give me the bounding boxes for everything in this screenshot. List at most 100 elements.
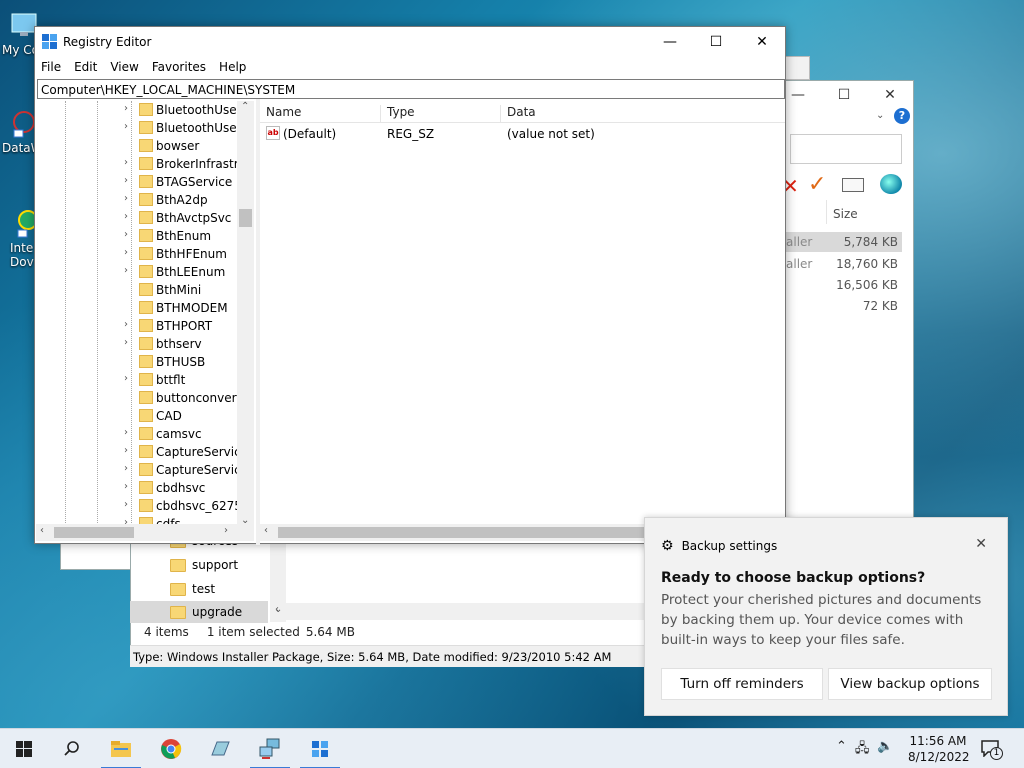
- scroll-thumb[interactable]: [54, 527, 134, 538]
- shell-icon[interactable]: [880, 174, 902, 194]
- registry-key-item[interactable]: › BrokerInfrastru: [36, 155, 256, 173]
- chevron-right-icon[interactable]: ›: [124, 337, 134, 348]
- registry-key-item[interactable]: › BthEnum: [36, 227, 256, 245]
- close-button[interactable]: ✕: [739, 27, 785, 57]
- registry-titlebar[interactable]: Registry Editor — ☐ ✕: [35, 27, 785, 57]
- search-button[interactable]: [48, 729, 96, 768]
- scroll-down-icon[interactable]: ⌄: [274, 604, 282, 615]
- scroll-left-icon[interactable]: ‹: [40, 525, 44, 536]
- scroll-thumb[interactable]: [239, 209, 252, 227]
- registry-key-item[interactable]: BTHUSB: [36, 353, 256, 371]
- taskbar-clock[interactable]: 11:56 AM 8/12/2022: [908, 733, 970, 765]
- registry-key-item[interactable]: › CaptureService: [36, 461, 256, 479]
- maximize-button[interactable]: ☐: [821, 81, 867, 109]
- turn-off-reminders-button[interactable]: Turn off reminders: [661, 668, 823, 700]
- scroll-left-icon[interactable]: ‹: [264, 525, 268, 536]
- folder-item[interactable]: upgrade: [130, 601, 268, 623]
- chevron-right-icon[interactable]: ›: [124, 445, 134, 456]
- registry-value-row[interactable]: ab (Default) REG_SZ (value not set): [260, 125, 785, 143]
- chevron-right-icon[interactable]: ›: [124, 481, 134, 492]
- chevron-right-icon[interactable]: ›: [124, 229, 134, 240]
- registry-key-tree: › BluetoothUserS › BluetoothUserS bowser › Bro…: [36, 101, 256, 541]
- chevron-right-icon[interactable]: ›: [124, 247, 134, 258]
- registry-key-item[interactable]: › bttflt: [36, 371, 256, 389]
- scroll-up-icon[interactable]: ⌃: [241, 101, 249, 112]
- volume-icon[interactable]: 🔈: [877, 739, 893, 761]
- menu-view[interactable]: View: [110, 57, 145, 77]
- registry-key-item[interactable]: › BthA2dp: [36, 191, 256, 209]
- file-row[interactable]: 16,506 KB: [786, 275, 902, 295]
- folder-item[interactable]: test: [170, 578, 215, 600]
- registry-key-label: BluetoothUserS: [156, 121, 250, 135]
- chevron-right-icon[interactable]: ›: [124, 103, 134, 114]
- registry-key-item[interactable]: › BTAGService: [36, 173, 256, 191]
- maximize-button[interactable]: ☐: [693, 27, 739, 57]
- ribbon-expand-icon[interactable]: ⌄: [876, 110, 884, 121]
- help-icon[interactable]: ?: [894, 108, 910, 124]
- taskbar-file-explorer[interactable]: [97, 729, 145, 768]
- explorer-horizontal-scrollbar[interactable]: ‹: [272, 603, 644, 620]
- registry-key-item[interactable]: buttonconverte: [36, 389, 256, 407]
- properties-icon[interactable]: [842, 178, 864, 192]
- registry-key-item[interactable]: CAD: [36, 407, 256, 425]
- chevron-right-icon[interactable]: ›: [124, 193, 134, 204]
- action-center-button[interactable]: 1: [980, 739, 1004, 761]
- network-icon[interactable]: 🖧: [855, 739, 870, 761]
- menu-edit[interactable]: Edit: [74, 57, 104, 77]
- menu-help[interactable]: Help: [219, 57, 253, 77]
- menu-file[interactable]: File: [41, 57, 68, 77]
- address-bar[interactable]: Computer\HKEY_LOCAL_MACHINE\SYSTEM: [37, 79, 785, 99]
- check-icon[interactable]: ✓: [808, 172, 826, 197]
- taskbar-app-notebook[interactable]: [196, 729, 244, 768]
- tree-horizontal-scrollbar[interactable]: ‹ ›: [36, 524, 254, 541]
- backup-notification[interactable]: ⚙ Backup settings ✕ Ready to choose back…: [644, 517, 1008, 716]
- start-button[interactable]: [0, 729, 48, 768]
- registry-key-item[interactable]: › CaptureService: [36, 443, 256, 461]
- chevron-right-icon[interactable]: ›: [124, 319, 134, 330]
- chevron-right-icon[interactable]: ›: [124, 157, 134, 168]
- registry-key-item[interactable]: › cbdhsvc: [36, 479, 256, 497]
- taskbar-app-network[interactable]: [246, 729, 294, 768]
- chevron-right-icon[interactable]: ›: [124, 121, 134, 132]
- folder-item[interactable]: support: [170, 554, 238, 576]
- taskbar-registry-editor[interactable]: [296, 729, 344, 768]
- chevron-right-icon[interactable]: ›: [124, 427, 134, 438]
- minimize-button[interactable]: —: [647, 27, 693, 57]
- registry-key-item[interactable]: › BthAvctpSvc: [36, 209, 256, 227]
- tree-vertical-scrollbar[interactable]: ⌃ ⌄: [237, 101, 254, 529]
- chevron-up-icon[interactable]: ⌃: [836, 739, 847, 761]
- column-header-type[interactable]: Type: [380, 105, 500, 123]
- close-button[interactable]: ✕: [867, 81, 913, 109]
- chevron-right-icon[interactable]: ›: [124, 175, 134, 186]
- column-header-data[interactable]: Data: [500, 105, 785, 123]
- chevron-right-icon[interactable]: ›: [124, 211, 134, 222]
- registry-key-item[interactable]: › BthLEEnum: [36, 263, 256, 281]
- chevron-right-icon[interactable]: ›: [124, 463, 134, 474]
- explorer-search-box[interactable]: [790, 134, 902, 164]
- column-header-name[interactable]: Name: [260, 105, 380, 123]
- registry-key-item[interactable]: › BluetoothUserS: [36, 119, 256, 137]
- registry-key-item[interactable]: BthMini: [36, 281, 256, 299]
- value-type: REG_SZ: [387, 127, 435, 141]
- scroll-right-icon[interactable]: ›: [224, 525, 228, 536]
- registry-key-item[interactable]: › camsvc: [36, 425, 256, 443]
- close-icon[interactable]: ✕: [975, 536, 987, 552]
- chevron-right-icon[interactable]: ›: [124, 265, 134, 276]
- file-row[interactable]: aller 18,760 KB: [786, 254, 902, 274]
- registry-key-item[interactable]: › BTHPORT: [36, 317, 256, 335]
- registry-key-item[interactable]: bowser: [36, 137, 256, 155]
- registry-key-item[interactable]: BTHMODEM: [36, 299, 256, 317]
- registry-key-item[interactable]: › bthserv: [36, 335, 256, 353]
- chevron-right-icon[interactable]: ›: [124, 373, 134, 384]
- menu-favorites[interactable]: Favorites: [152, 57, 213, 77]
- chevron-right-icon[interactable]: ›: [124, 499, 134, 510]
- file-row[interactable]: 72 KB: [786, 296, 902, 316]
- registry-key-item[interactable]: › BluetoothUserS: [36, 101, 256, 119]
- registry-key-item[interactable]: › cbdhsvc_62755: [36, 497, 256, 515]
- column-header-size[interactable]: Size: [826, 200, 904, 224]
- registry-editor-window[interactable]: Registry Editor — ☐ ✕ File Edit View Fav…: [34, 26, 786, 545]
- file-row[interactable]: aller 5,784 KB: [786, 232, 902, 252]
- registry-key-item[interactable]: › BthHFEnum: [36, 245, 256, 263]
- taskbar-chrome[interactable]: [147, 729, 195, 768]
- view-backup-options-button[interactable]: View backup options: [828, 668, 992, 700]
